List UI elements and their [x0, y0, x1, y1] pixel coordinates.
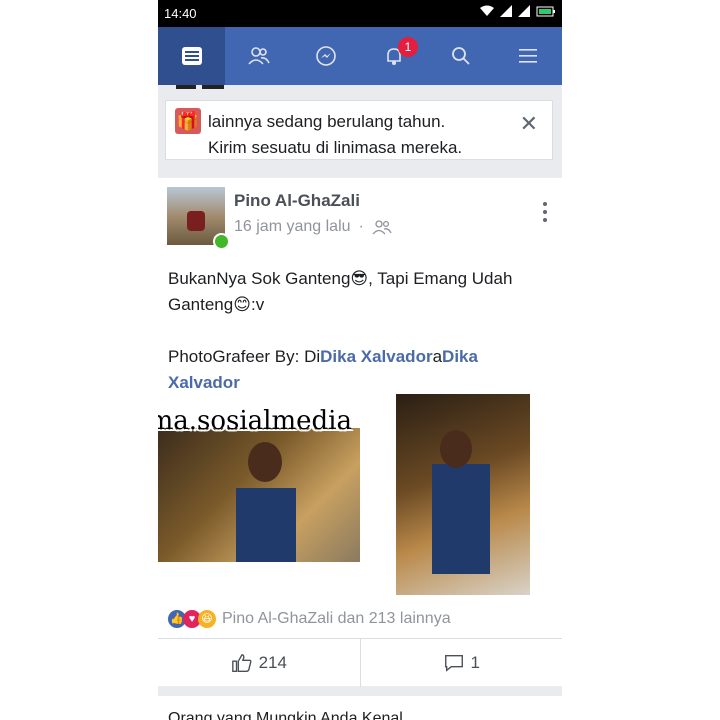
friends-audience-icon — [372, 220, 392, 235]
gift-icon: 🎁 — [175, 108, 201, 134]
messenger-icon — [316, 46, 337, 66]
comment-count: 1 — [470, 653, 480, 672]
birthday-reminder-card[interactable]: 🎁 lainnya sedang berulang tahun. Kirim s… — [165, 100, 553, 160]
more-options-icon[interactable] — [543, 202, 548, 226]
menu-icon — [519, 49, 538, 63]
comment-icon — [444, 654, 463, 672]
nav-messenger[interactable] — [293, 27, 360, 85]
post-photo-1[interactable] — [158, 428, 360, 562]
meta-separator: · — [358, 218, 364, 235]
phone-screen: 14:40 1 🎁 lainnya sedang berulang tahun.… — [158, 0, 562, 720]
status-bar: 14:40 — [158, 0, 562, 27]
haha-reaction-icon: 😆 — [198, 610, 216, 628]
emoji-sunglasses: 😎 — [350, 269, 369, 288]
nav-menu[interactable] — [495, 27, 562, 85]
post-text: BukanNya Sok Ganteng😎, Tapi Emang Udah G… — [168, 266, 554, 396]
signal-2-icon — [518, 5, 530, 17]
post-text-line2: Ganteng😊:v — [168, 295, 265, 314]
post-photo-2[interactable] — [396, 394, 530, 595]
comment-button[interactable]: 1 — [359, 639, 563, 687]
signal-icon — [500, 5, 512, 17]
nav-news-feed[interactable] — [158, 27, 226, 85]
feed-post: Pino Al-GhaZali 16 jam yang lalu · Bukan… — [158, 178, 562, 687]
close-icon[interactable]: ✕ — [520, 111, 538, 137]
search-icon — [452, 47, 470, 65]
online-status-dot — [213, 233, 230, 250]
status-time: 14:40 — [164, 6, 197, 21]
emoji-smile: 😊 — [233, 295, 251, 314]
friends-icon — [248, 47, 270, 65]
post-credit: PhotoGrafeer By: DiDika XalvadoraDika Xa… — [168, 347, 478, 392]
nav-notifications[interactable]: 1 — [360, 27, 427, 85]
post-actions: 214 1 — [158, 638, 562, 687]
mention-link-1[interactable]: Dika Xalvador — [320, 347, 432, 366]
notification-badge: 1 — [397, 37, 418, 57]
thumbs-up-icon — [231, 654, 252, 672]
reactions-summary[interactable]: 👍 ♥ 😆 Pino Al-GhaZali dan 213 lainnya — [168, 610, 451, 628]
like-count: 214 — [258, 653, 287, 672]
news-feed-icon — [181, 47, 202, 65]
status-icons — [480, 5, 556, 17]
next-card-title: Orang yang Mungkin Anda Kenal — [168, 710, 403, 720]
like-button[interactable]: 214 — [158, 639, 360, 687]
wifi-icon — [480, 5, 494, 16]
reactions-text: Pino Al-GhaZali dan 213 lainnya — [222, 610, 451, 627]
battery-icon — [536, 6, 555, 16]
post-text-line1: BukanNya Sok Ganteng😎, Tapi Emang Udah — [168, 269, 513, 288]
post-time[interactable]: 16 jam yang lalu — [234, 218, 351, 236]
watermark: @drama.sosialmedia — [158, 406, 352, 436]
birthday-reminder-line2: Kirim sesuatu di linimasa mereka. — [208, 138, 463, 157]
post-meta: 16 jam yang lalu · — [234, 218, 392, 236]
nav-search[interactable] — [427, 27, 494, 85]
nav-friends[interactable] — [225, 27, 292, 85]
post-author[interactable]: Pino Al-GhaZali — [234, 191, 360, 211]
previous-story-edge — [158, 85, 562, 91]
top-nav-bar: 1 — [158, 27, 562, 85]
next-card: Orang yang Mungkin Anda Kenal — [158, 696, 562, 720]
birthday-reminder-line1: lainnya sedang berulang tahun. — [208, 112, 446, 131]
